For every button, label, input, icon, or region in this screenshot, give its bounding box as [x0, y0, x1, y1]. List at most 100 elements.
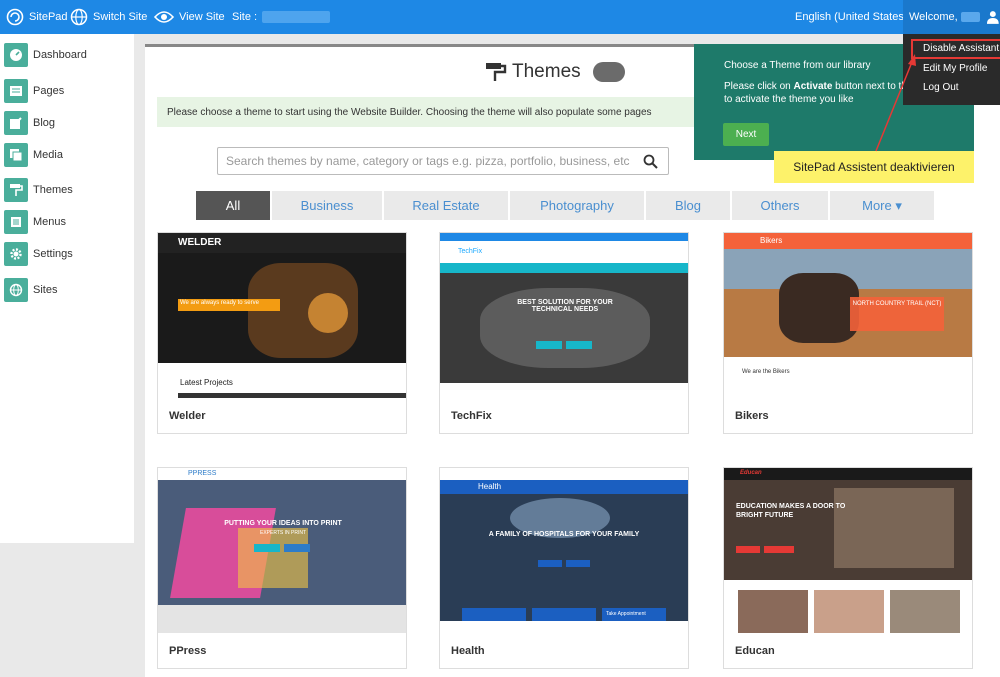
theme-card-educan[interactable]: Educan EDUCATION MAKES A DOOR TO BRIGHT …	[723, 467, 973, 669]
globe-icon	[4, 278, 28, 302]
theme-name: Educan	[735, 645, 775, 657]
brand[interactable]: SitePad	[6, 0, 68, 34]
paint-roller-icon	[4, 178, 28, 202]
user-menu[interactable]: Welcome,	[903, 0, 1000, 34]
tab-label: Others	[760, 198, 800, 213]
switch-site-button[interactable]: Switch Site	[70, 0, 147, 34]
tab-label: Real Estate	[412, 198, 480, 213]
thumb-tagline: BEST SOLUTION FOR YOUR TECHNICAL NEEDS	[517, 299, 613, 313]
thumb-tagline: EDUCATION MAKES A DOOR TO BRIGHT FUTURE	[736, 503, 846, 520]
user-icon	[987, 11, 1000, 24]
sidebar-item-menus[interactable]: Menus	[4, 210, 66, 234]
language-label: English (United States)	[795, 11, 908, 23]
thumb-brand: Educan	[740, 470, 762, 476]
theme-thumbnail: Health A FAMILY OF HOSPITALS FOR YOUR FA…	[440, 468, 688, 633]
theme-thumbnail: Bikers NORTH COUNTRY TRAIL (NCT) We are …	[724, 233, 972, 398]
user-dropdown-menu: Disable Assistant Edit My Profile Log Ou…	[903, 34, 1000, 105]
theme-card-health[interactable]: Health A FAMILY OF HOSPITALS FOR YOUR FA…	[439, 467, 689, 669]
thumb-section: EXPERTS IN PRINT	[259, 530, 307, 536]
globe-icon	[70, 8, 88, 26]
thumb-section: Take Appointment	[606, 611, 646, 617]
theme-thumbnail: WELDER We are always ready to serve Late…	[158, 233, 406, 398]
gear-icon	[4, 242, 28, 266]
view-site-button[interactable]: View Site	[154, 0, 225, 34]
sidebar-item-themes[interactable]: Themes	[4, 178, 73, 202]
thumb-brand: Bikers	[760, 236, 783, 245]
thumb-brand: PPRESS	[188, 470, 217, 477]
sidebar-item-media[interactable]: Media	[4, 143, 63, 167]
theme-thumbnail: TechFix BEST SOLUTION FOR YOUR TECHNICAL…	[440, 233, 688, 398]
next-button[interactable]: Next	[723, 123, 769, 146]
sidebar-item-label: Sites	[33, 284, 58, 296]
dashboard-icon	[4, 43, 28, 67]
sitepad-logo-icon	[6, 8, 24, 26]
sidebar-item-sites[interactable]: Sites	[4, 278, 57, 302]
tab-label: All	[225, 198, 241, 213]
thumb-brand: TechFix	[458, 248, 483, 255]
username-redacted	[960, 12, 981, 22]
tab-more[interactable]: More ▾	[830, 191, 934, 220]
tab-photography[interactable]: Photography	[510, 191, 644, 220]
top-bar: SitePad Switch Site View Site Site : Eng…	[0, 0, 1000, 34]
theme-card-welder[interactable]: WELDER We are always ready to serve Late…	[157, 232, 407, 434]
sidebar-item-label: Dashboard	[33, 49, 87, 61]
sidebar-item-settings[interactable]: Settings	[4, 242, 73, 266]
thumb-section: We are the Bikers	[742, 369, 790, 375]
menus-icon	[4, 210, 28, 234]
thumb-tagline: NORTH COUNTRY TRAIL (NCT)	[852, 301, 942, 307]
theme-name: Welder	[169, 410, 206, 422]
thumb-tagline: We are always ready to serve	[180, 300, 259, 306]
blog-icon	[4, 111, 28, 135]
paint-roller-icon	[486, 63, 507, 81]
theme-name: TechFix	[451, 410, 492, 422]
search-placeholder: Search themes by name, category or tags …	[226, 154, 630, 168]
next-label: Next	[735, 129, 757, 140]
theme-thumbnail: Educan EDUCATION MAKES A DOOR TO BRIGHT …	[724, 468, 972, 633]
view-site-label: View Site	[179, 11, 225, 23]
theme-search-input[interactable]: Search themes by name, category or tags …	[217, 147, 669, 175]
tab-blog[interactable]: Blog	[646, 191, 730, 220]
tab-label: Business	[300, 198, 354, 213]
tab-real-estate[interactable]: Real Estate	[384, 191, 508, 220]
logout-item[interactable]: Log Out	[923, 82, 959, 93]
thumb-brand: WELDER	[178, 237, 222, 248]
theme-name: Bikers	[735, 410, 769, 422]
media-icon	[4, 143, 28, 167]
theme-thumbnail: PPRESS PUTTING YOUR IDEAS INTO PRINT EXP…	[158, 468, 406, 633]
language-selector[interactable]: English (United States)	[795, 0, 908, 34]
sidebar-item-label: Themes	[33, 184, 73, 196]
site-indicator: Site :	[232, 0, 331, 34]
sidebar-item-blog[interactable]: Blog	[4, 111, 55, 135]
tab-label: Photography	[540, 198, 614, 213]
edit-profile-item[interactable]: Edit My Profile	[923, 63, 987, 74]
annotation-callout: SitePad Assistent deaktivieren	[774, 151, 974, 183]
theme-card-techfix[interactable]: TechFix BEST SOLUTION FOR YOUR TECHNICAL…	[439, 232, 689, 434]
tab-label: Blog	[674, 198, 702, 213]
pages-icon	[4, 79, 28, 103]
sidebar-item-label: Media	[33, 149, 63, 161]
site-label: Site :	[232, 11, 258, 23]
tab-all[interactable]: All	[196, 191, 270, 220]
disable-assistant-item[interactable]: Disable Assistant	[923, 43, 999, 54]
category-tabs: All Business Real Estate Photography Blo…	[196, 191, 936, 220]
tab-business[interactable]: Business	[272, 191, 382, 220]
thumb-section: Latest Projects	[180, 378, 233, 387]
site-name-redacted	[262, 11, 331, 23]
welcome-label: Welcome,	[909, 11, 958, 23]
tab-others[interactable]: Others	[732, 191, 828, 220]
sidebar-item-pages[interactable]: Pages	[4, 79, 64, 103]
themes-toggle[interactable]	[592, 62, 625, 82]
page-title: Themes	[512, 61, 581, 82]
eye-icon	[154, 11, 174, 23]
sidebar-item-label: Settings	[33, 248, 73, 260]
notice-text: Please choose a theme to start using the…	[167, 106, 652, 118]
sidebar-item-label: Pages	[33, 85, 65, 97]
instructions-bold: Activate	[793, 81, 833, 92]
sidebar-item-label: Blog	[33, 117, 56, 129]
tab-label: More ▾	[862, 197, 902, 213]
theme-card-ppress[interactable]: PPRESS PUTTING YOUR IDEAS INTO PRINT EXP…	[157, 467, 407, 669]
callout-text: SitePad Assistent deaktivieren	[793, 160, 955, 174]
theme-card-bikers[interactable]: Bikers NORTH COUNTRY TRAIL (NCT) We are …	[723, 232, 973, 434]
search-icon[interactable]	[643, 154, 658, 169]
sidebar-item-dashboard[interactable]: Dashboard	[4, 43, 87, 67]
